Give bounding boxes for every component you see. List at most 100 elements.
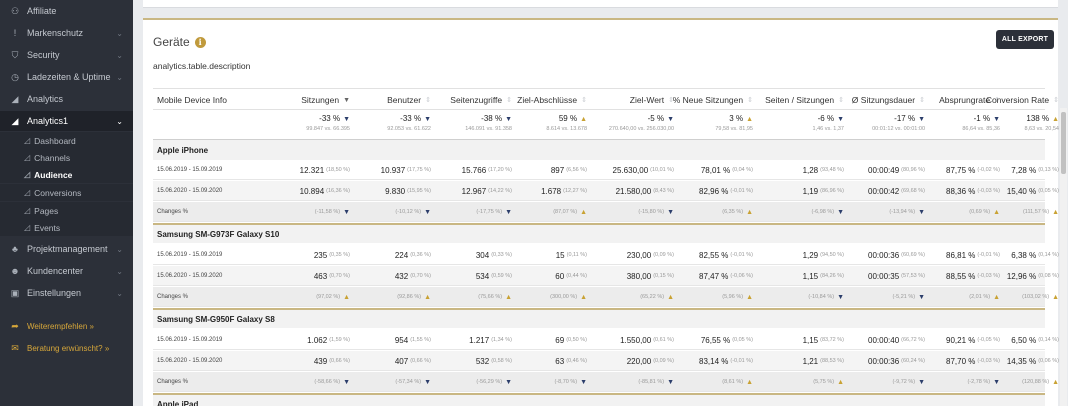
column-header[interactable]: Conversion Rate ⇕ bbox=[986, 89, 1059, 111]
info-icon[interactable]: i bbox=[194, 36, 206, 48]
column-header[interactable]: Ziel-Abschlüsse ⇕ bbox=[517, 89, 587, 111]
cell-value: 1.217 bbox=[469, 335, 490, 345]
column-header[interactable]: Benutzer ⇕ bbox=[358, 89, 431, 111]
change-value: (65,22 %) bbox=[640, 294, 665, 300]
sort-icon[interactable]: ⇕ bbox=[919, 96, 925, 104]
table-cell: 235 (0,35 %) bbox=[278, 245, 350, 265]
sidebar-item-weiterempfehlen[interactable]: ➦ Weiterempfehlen » bbox=[0, 316, 133, 336]
table-cell: 14,35 % (0,06 %) bbox=[1006, 351, 1059, 371]
table-cell: 60 (0,44 %) bbox=[518, 266, 587, 286]
cell-value: 1,15 bbox=[802, 335, 819, 345]
sidebar-subitem-events[interactable]: ◿ Events bbox=[0, 219, 133, 236]
sidebar-subitem-label: Pages bbox=[34, 205, 59, 216]
arrow-down-icon: ▼ bbox=[918, 208, 925, 216]
sidebar-item-analytics1[interactable]: ◢ Analytics1 ⌄ bbox=[0, 111, 133, 131]
cell-value: 224 bbox=[394, 250, 409, 260]
change-cell: (0,69 %) ▲ bbox=[931, 202, 1000, 222]
sort-icon[interactable]: ⇕ bbox=[581, 96, 587, 104]
scrollbar-thumb[interactable] bbox=[1061, 112, 1066, 174]
table-cell: 9.830 (15,95 %) bbox=[358, 181, 431, 201]
cell-value: 63 bbox=[555, 356, 565, 366]
change-value: (-15,80 %) bbox=[638, 209, 665, 215]
devices-card: Geräte i ALL EXPORT analytics.table.desc… bbox=[143, 18, 1067, 406]
column-header[interactable]: Sitzungen ▼ bbox=[278, 89, 350, 111]
column-header[interactable]: Ø Sitzungsdauer ⇕ bbox=[850, 89, 925, 111]
sort-icon[interactable]: ⇕ bbox=[506, 96, 512, 104]
cell-value: 60 bbox=[555, 271, 565, 281]
sidebar-item-security[interactable]: ⛉ Security ⌄ bbox=[0, 45, 133, 65]
table-cell: 304 (0,33 %) bbox=[439, 245, 512, 265]
change-value: (-2,78 %) bbox=[967, 379, 991, 385]
cell-share: (0,58 %) bbox=[491, 358, 512, 364]
column-header[interactable]: Mobile Device Info bbox=[157, 89, 277, 111]
sort-icon[interactable]: ⇕ bbox=[425, 96, 431, 104]
sort-icon[interactable]: ⇕ bbox=[747, 96, 753, 104]
scrollbar[interactable] bbox=[1060, 108, 1067, 406]
cell-value: 1,28 bbox=[802, 165, 819, 175]
cell-value: 1,19 bbox=[802, 186, 819, 196]
cell-value: 00:00:42 bbox=[868, 186, 900, 196]
column-header[interactable]: Seitenzugriffe ⇕ bbox=[439, 89, 512, 111]
summary-comparison: 8.614 vs. 13.678 bbox=[546, 126, 587, 132]
sidebar-item-beratung-erw-nscht[interactable]: ✉ Beratung erwünscht? » bbox=[0, 338, 133, 358]
line-chart-icon: ◿ bbox=[24, 170, 31, 179]
changes-row: Changes % (-11,58 %) ▼ (-10,12 %) ▼ (-17,75 %… bbox=[153, 202, 1059, 222]
cell-value: 78,01 % bbox=[700, 165, 731, 175]
sidebar-item-markenschutz[interactable]: ! Markenschutz ⌄ bbox=[0, 23, 133, 43]
change-value: (-57,34 %) bbox=[395, 379, 422, 385]
change-value: (-9,72 %) bbox=[892, 379, 916, 385]
table-cell: 12,96 % (0,08 %) bbox=[1006, 266, 1059, 286]
sidebar-item-kundencenter[interactable]: ☻ Kundencenter ⌄ bbox=[0, 261, 133, 281]
sidebar-subitem-pages[interactable]: ◿ Pages bbox=[0, 202, 133, 219]
cell-share: (-0,03 %) bbox=[977, 358, 1000, 364]
cell-share: (60,24 %) bbox=[901, 358, 925, 364]
sidebar-subitem-label: Events bbox=[34, 222, 61, 233]
cell-share: (0,50 %) bbox=[566, 337, 587, 343]
cell-share: (0,66 %) bbox=[329, 358, 350, 364]
sidebar-subitem-channels[interactable]: ◿ Channels bbox=[0, 149, 133, 166]
arrow-up-icon: ▲ bbox=[1052, 116, 1059, 123]
column-header[interactable]: Seiten / Sitzungen ⇕ bbox=[759, 89, 844, 111]
sidebar-subitem-conversions[interactable]: ◿ Conversions bbox=[0, 184, 133, 201]
sort-icon[interactable]: ⇕ bbox=[1053, 96, 1059, 104]
cell-value: 10.894 bbox=[299, 186, 325, 196]
arrow-up-icon: ▲ bbox=[667, 293, 674, 301]
cell-share: (17,75 %) bbox=[407, 167, 431, 173]
sort-icon[interactable]: ▼ bbox=[343, 97, 350, 104]
cell-value: 230,00 bbox=[626, 250, 652, 260]
cell-share: (57,53 %) bbox=[901, 273, 925, 279]
arrow-up-icon: ▲ bbox=[1052, 208, 1059, 216]
cell-value: 897 bbox=[550, 165, 565, 175]
lock-icon: ▣ bbox=[10, 287, 20, 298]
sidebar-item-projektmanagement[interactable]: ♣ Projektmanagement ⌄ bbox=[0, 239, 133, 259]
change-cell: (300,00 %) ▲ bbox=[518, 287, 587, 307]
change-value: (-6,98 %) bbox=[811, 209, 835, 215]
sidebar-subitem-audience[interactable]: ◿ Audience bbox=[0, 166, 133, 183]
sidebar: ⚇ Affiliate! Markenschutz ⌄ ⛉ Security ⌄ ◷ Ladez… bbox=[0, 0, 133, 406]
sidebar-subitem-dashboard[interactable]: ◿ Dashboard bbox=[0, 132, 133, 149]
sidebar-item-affiliate[interactable]: ⚇ Affiliate bbox=[0, 1, 133, 21]
sort-icon[interactable]: ⇕ bbox=[838, 96, 844, 104]
sidebar-item-einstellungen[interactable]: ▣ Einstellungen ⌄ bbox=[0, 283, 133, 303]
sidebar-item-analytics[interactable]: ◢ Analytics bbox=[0, 89, 133, 109]
arrow-down-icon: ▼ bbox=[837, 116, 844, 123]
sidebar-item-ladezeiten-uptime[interactable]: ◷ Ladezeiten & Uptime ⌄ bbox=[0, 67, 133, 87]
table-cell: 76,55 % (0,05 %) bbox=[680, 330, 753, 350]
cell-value: 12.967 bbox=[461, 186, 487, 196]
all-export-button[interactable]: ALL EXPORT bbox=[996, 30, 1054, 49]
table-cell: 1,19 (86,96 %) bbox=[759, 181, 844, 201]
cell-value: 15,40 % bbox=[1006, 186, 1037, 196]
arrow-down-icon: ▼ bbox=[837, 293, 844, 301]
column-header[interactable]: Ziel-Wert ⇕ bbox=[593, 89, 674, 111]
sidebar-item-label: Analytics1 bbox=[27, 116, 69, 126]
cell-value: 00:00:36 bbox=[868, 356, 900, 366]
table-cell: 1,15 (84,26 %) bbox=[759, 266, 844, 286]
arrow-down-icon: ▼ bbox=[505, 378, 512, 386]
cell-value: 9.830 bbox=[385, 186, 406, 196]
table-cell: 78,01 % (0,04 %) bbox=[680, 160, 753, 180]
sidebar-item-label: Weiterempfehlen » bbox=[27, 321, 94, 331]
device-group-header: Samsung SM-G973F Galaxy S10 bbox=[153, 223, 1045, 243]
date-range: 15.06.2019 - 15.09.2019 bbox=[157, 337, 223, 343]
table-row: 15.06.2020 - 15.09.2020 463 (0,70 %) 432 (0,… bbox=[153, 266, 1059, 286]
column-header[interactable]: % Neue Sitzungen ⇕ bbox=[673, 89, 753, 111]
